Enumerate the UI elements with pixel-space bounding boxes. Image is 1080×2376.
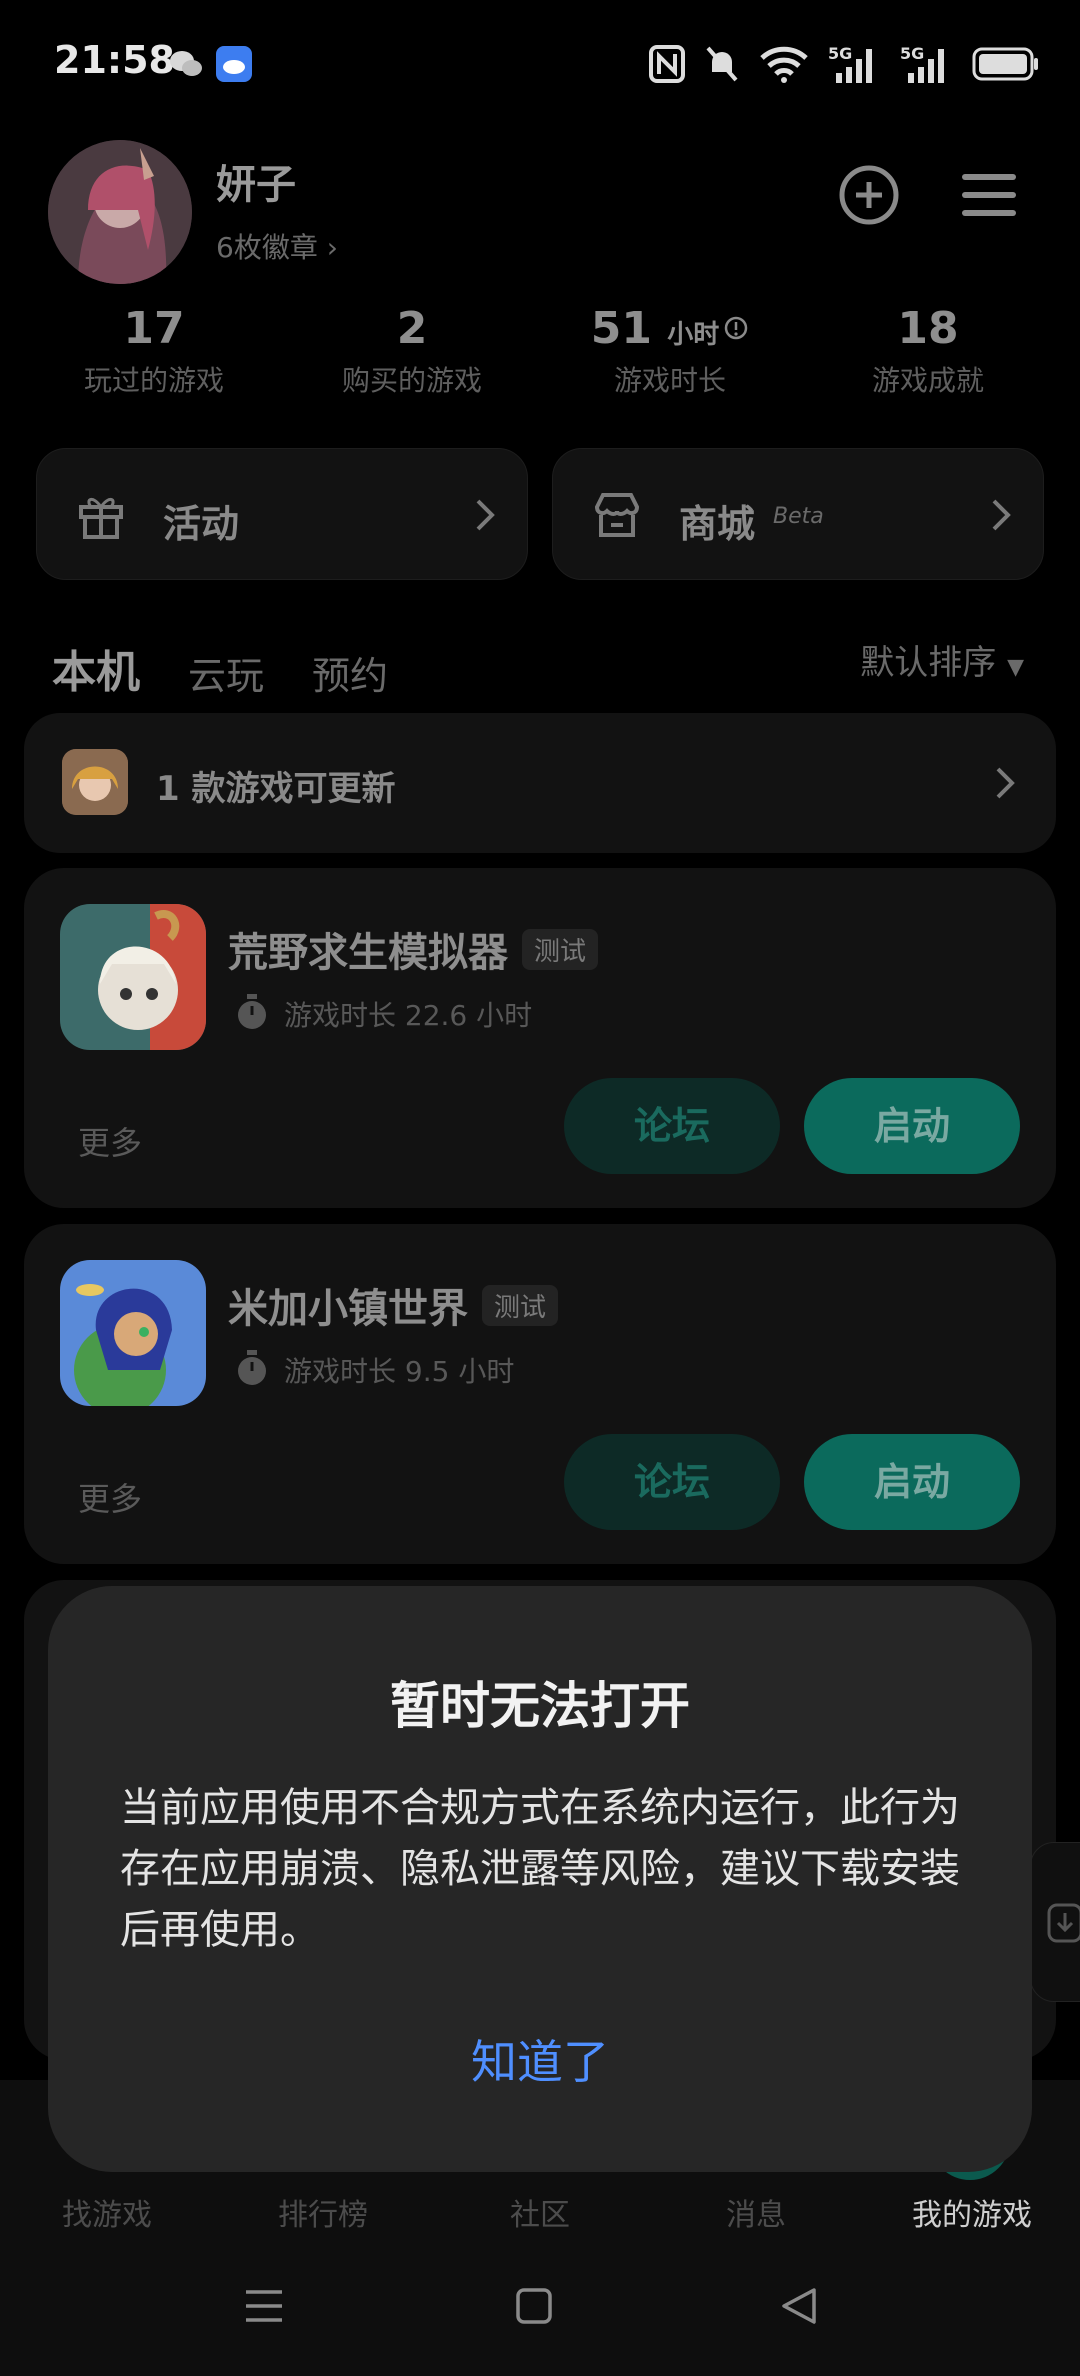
test-badge: 测试	[522, 929, 599, 970]
forum-button[interactable]: 论坛	[564, 1078, 780, 1174]
game-playtime: 游戏时长 9.5 小时	[284, 1355, 515, 1388]
game-name: 米加小镇世界	[228, 1286, 468, 1332]
more-button[interactable]: 更多	[78, 1118, 142, 1164]
recent-apps-icon[interactable]	[244, 2286, 284, 2326]
nav-my-games[interactable]: 我的游戏	[912, 2190, 1032, 2234]
system-navigation-bar	[0, 2240, 1080, 2376]
nav-community[interactable]: 社区	[510, 2190, 570, 2234]
launch-button[interactable]: 启动	[804, 1434, 1020, 1530]
download-icon	[1047, 1903, 1080, 1943]
avatar-image	[48, 140, 192, 284]
username: 妍子	[216, 162, 296, 208]
info-icon	[725, 316, 748, 340]
svg-text:5G: 5G	[828, 44, 852, 63]
activity-label: 活动	[163, 502, 240, 546]
status-icons: 5G 5G	[648, 42, 1040, 86]
game-name: 荒野求生模拟器	[228, 930, 508, 976]
5g-signal-icon: 5G	[828, 44, 872, 83]
stat-label: 游戏时长	[613, 364, 726, 398]
game-card[interactable]: 米加小镇世界 测试 游戏时长 9.5 小时 更多 论坛 启动	[24, 1224, 1056, 1564]
battery-icon	[972, 47, 1038, 81]
game-card[interactable]: 荒野求生模拟器 测试 游戏时长 22.6 小时 更多 论坛 启动	[24, 868, 1056, 1208]
tab-local[interactable]: 本机	[48, 636, 146, 700]
add-icon[interactable]	[834, 160, 904, 230]
back-icon[interactable]	[778, 2286, 818, 2326]
stat-unit: 小时	[667, 320, 720, 350]
dialog-message: 当前应用使用不合规方式在系统内运行，此行为存在应用崩溃、隐私泄露等风险，建议下载…	[120, 1785, 960, 1953]
test-badge: 测试	[482, 1285, 559, 1326]
update-text: 1 款游戏可更新	[156, 769, 396, 809]
store-button[interactable]: 商城 Beta	[552, 448, 1044, 580]
stat-achievements[interactable]: 18 游戏成就	[799, 303, 1057, 399]
stat-number: 51	[590, 303, 652, 354]
got-it-button[interactable]: 知道了	[48, 2026, 1032, 2092]
unable-to-open-dialog: 暂时无法打开 当前应用使用不合规方式在系统内运行，此行为存在应用崩溃、隐私泄露等…	[48, 1586, 1032, 2172]
nfc-icon	[649, 45, 685, 83]
floating-download-widget[interactable]	[1030, 1842, 1080, 2002]
nav-messages[interactable]: 消息	[726, 2190, 786, 2234]
stats-row: 17 玩过的游戏 2 购买的游戏 51 小时 游戏时长 18 游戏成就	[0, 303, 1080, 399]
nav-find-games[interactable]: 找游戏	[62, 2190, 152, 2234]
game-icon	[60, 904, 206, 1050]
stat-value: 2	[396, 303, 428, 354]
badges-link[interactable]: 6枚徽章 ›	[216, 226, 338, 266]
stat-purchased[interactable]: 2 购买的游戏	[283, 303, 541, 399]
store-icon	[594, 493, 640, 537]
5g-signal-icon: 5G	[900, 44, 944, 83]
forum-button[interactable]: 论坛	[564, 1434, 780, 1530]
launch-button[interactable]: 启动	[804, 1078, 1020, 1174]
chevron-right-icon	[996, 767, 1015, 799]
stat-played[interactable]: 17 玩过的游戏	[25, 303, 283, 399]
badges-count: 6枚徽章	[216, 231, 318, 264]
stat-value: 51 小时	[541, 303, 799, 354]
mute-bell-icon	[706, 46, 738, 82]
store-label-text: 商城	[679, 502, 756, 546]
more-button[interactable]: 更多	[78, 1474, 142, 1520]
game-title: 荒野求生模拟器 测试	[228, 920, 599, 978]
game-icon	[60, 1260, 206, 1406]
avatar[interactable]	[48, 140, 192, 284]
menu-icon[interactable]	[954, 160, 1024, 230]
chevron-right-icon	[476, 499, 495, 531]
stat-value: 18	[897, 303, 959, 354]
sort-dropdown[interactable]: 默认排序 ▼	[860, 635, 1024, 684]
activity-button[interactable]: 活动	[36, 448, 528, 580]
beta-badge: Beta	[773, 504, 824, 530]
tab-bar: 本机 云玩 预约	[48, 630, 388, 700]
tab-cloud[interactable]: 云玩	[188, 645, 264, 700]
stat-label: 游戏成就	[871, 364, 984, 398]
chevron-right-icon: ›	[326, 231, 338, 264]
status-time: 21:58	[54, 38, 175, 82]
nav-rankings[interactable]: 排行榜	[278, 2190, 368, 2234]
caret-down-icon: ▼	[1007, 655, 1024, 680]
stat-label: 玩过的游戏	[83, 364, 224, 398]
dialog-title: 暂时无法打开	[390, 1677, 690, 1735]
stopwatch-icon	[238, 1350, 266, 1385]
game-title: 米加小镇世界 测试	[228, 1276, 559, 1334]
store-label: 商城 Beta	[679, 493, 824, 548]
wifi-icon	[760, 46, 808, 83]
tab-reserve[interactable]: 预约	[312, 645, 388, 700]
stat-label: 购买的游戏	[341, 364, 482, 398]
svg-text:5G: 5G	[900, 44, 924, 63]
wechat-icon	[170, 51, 202, 76]
chevron-right-icon	[992, 499, 1011, 531]
status-bar: 21:58 5G 5G	[0, 0, 1080, 130]
stopwatch-icon	[238, 994, 266, 1029]
sort-label: 默认排序	[860, 643, 997, 683]
update-game-thumbnail	[62, 749, 128, 815]
game-playtime: 游戏时长 22.6 小时	[284, 999, 533, 1032]
stat-value: 17	[123, 303, 185, 354]
gift-icon	[79, 498, 123, 539]
weather-app-icon	[216, 46, 252, 82]
home-icon[interactable]	[514, 2286, 554, 2326]
update-banner[interactable]: 1 款游戏可更新	[24, 713, 1056, 853]
stat-playtime[interactable]: 51 小时 游戏时长	[541, 303, 799, 399]
